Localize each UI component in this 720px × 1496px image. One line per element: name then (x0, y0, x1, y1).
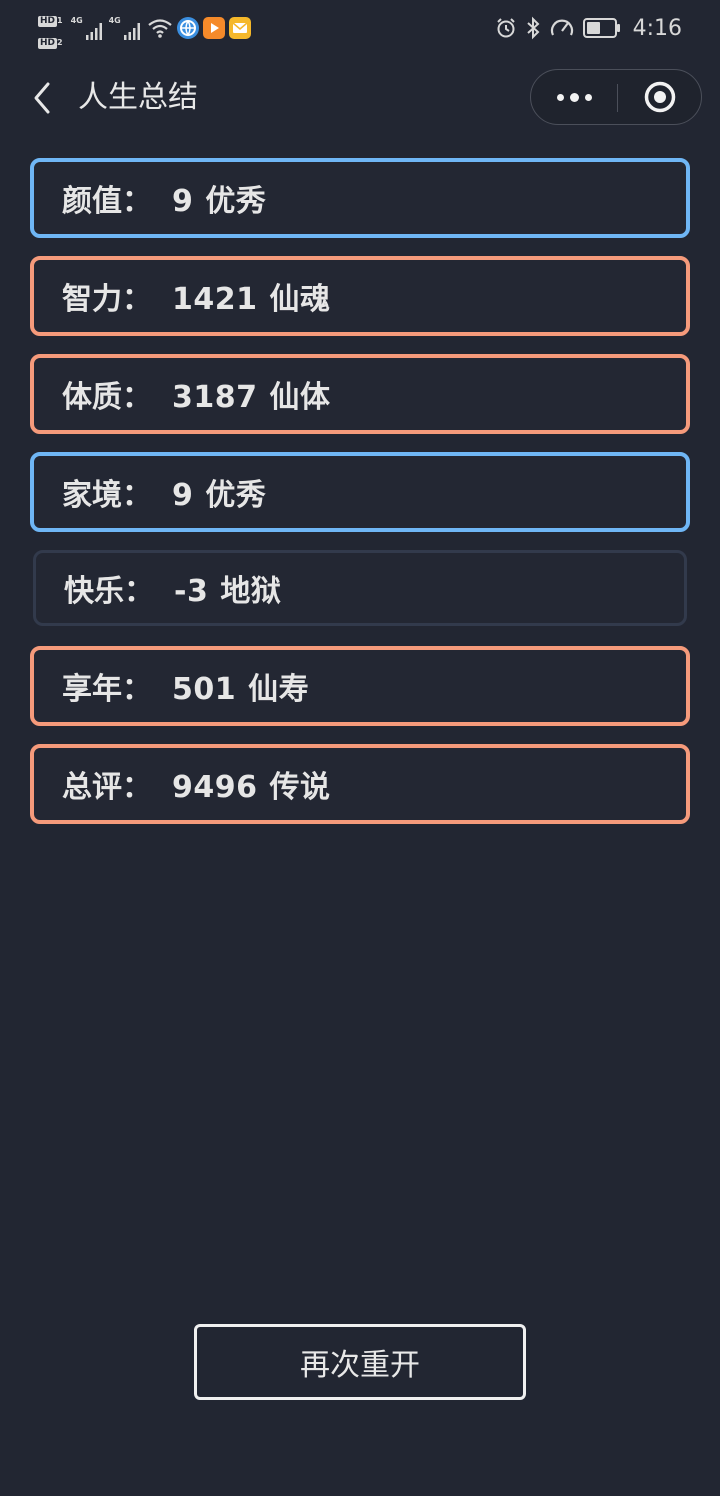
result-value: 3187 仙体 (172, 380, 331, 415)
result-card-family: 家境： 9 优秀 (30, 452, 690, 532)
result-card-intelligence: 智力： 1421 仙魂 (30, 256, 690, 336)
wifi-icon (147, 19, 172, 38)
result-value: 9 优秀 (172, 184, 267, 219)
restart-button[interactable]: 再次重开 (194, 1324, 526, 1400)
miniprogram-capsule (530, 69, 702, 125)
signal-strength-icon: 4G (71, 16, 105, 40)
result-card-overall: 总评： 9496 传说 (30, 744, 690, 824)
browser-app-icon (176, 17, 199, 39)
bluetooth-icon (526, 16, 540, 40)
back-button[interactable] (22, 76, 62, 120)
close-button[interactable] (618, 70, 702, 124)
sim-badges: HD 1 HD 2 (38, 8, 63, 49)
result-value: 501 仙寿 (172, 672, 310, 707)
result-label: 体质： (62, 380, 152, 415)
result-label: 家境： (62, 478, 152, 513)
result-label: 智力： (62, 282, 152, 317)
result-card-lifespan: 享年： 501 仙寿 (30, 646, 690, 726)
result-label: 总评： (62, 770, 152, 805)
status-time: 4:16 (632, 15, 682, 41)
result-label: 享年： (62, 672, 152, 707)
result-card-physique: 体质： 3187 仙体 (30, 354, 690, 434)
result-list: 颜值： 9 优秀 智力： 1421 仙魂 体质： 3187 仙体 家境： 9 优秀 快乐… (30, 158, 690, 842)
result-value: 1421 仙魂 (172, 282, 331, 317)
status-bar-right: 4:16 (495, 10, 682, 46)
result-label: 颜值： (62, 184, 152, 219)
video-app-icon (202, 17, 225, 39)
battery-icon (582, 18, 620, 38)
result-card-appearance: 颜值： 9 优秀 (30, 158, 690, 238)
result-label: 快乐： (64, 574, 154, 609)
target-circle-icon (644, 81, 676, 113)
more-button[interactable] (531, 70, 617, 124)
sim2-hd-badge: HD 2 (38, 37, 63, 49)
chevron-left-icon (34, 82, 50, 114)
page-title: 人生总结 (78, 80, 198, 115)
result-card-happiness: 快乐： -3 地狱 (33, 550, 687, 626)
result-value: 9496 传说 (172, 770, 331, 805)
result-value: 9 优秀 (172, 478, 267, 513)
status-bar-left: HD 1 HD 2 4G 4G (38, 8, 251, 49)
status-bar: HD 1 HD 2 4G 4G 4:16 (0, 0, 720, 56)
signal-strength-icon-2: 4G (109, 16, 143, 40)
sim1-hd-badge: HD 1 (38, 15, 63, 27)
nav-bar: 人生总结 (0, 62, 720, 134)
more-dots-icon (556, 92, 592, 102)
result-value: -3 地狱 (174, 574, 282, 609)
mail-app-icon (228, 17, 251, 39)
speed-icon (550, 19, 573, 36)
alarm-icon (496, 18, 515, 38)
